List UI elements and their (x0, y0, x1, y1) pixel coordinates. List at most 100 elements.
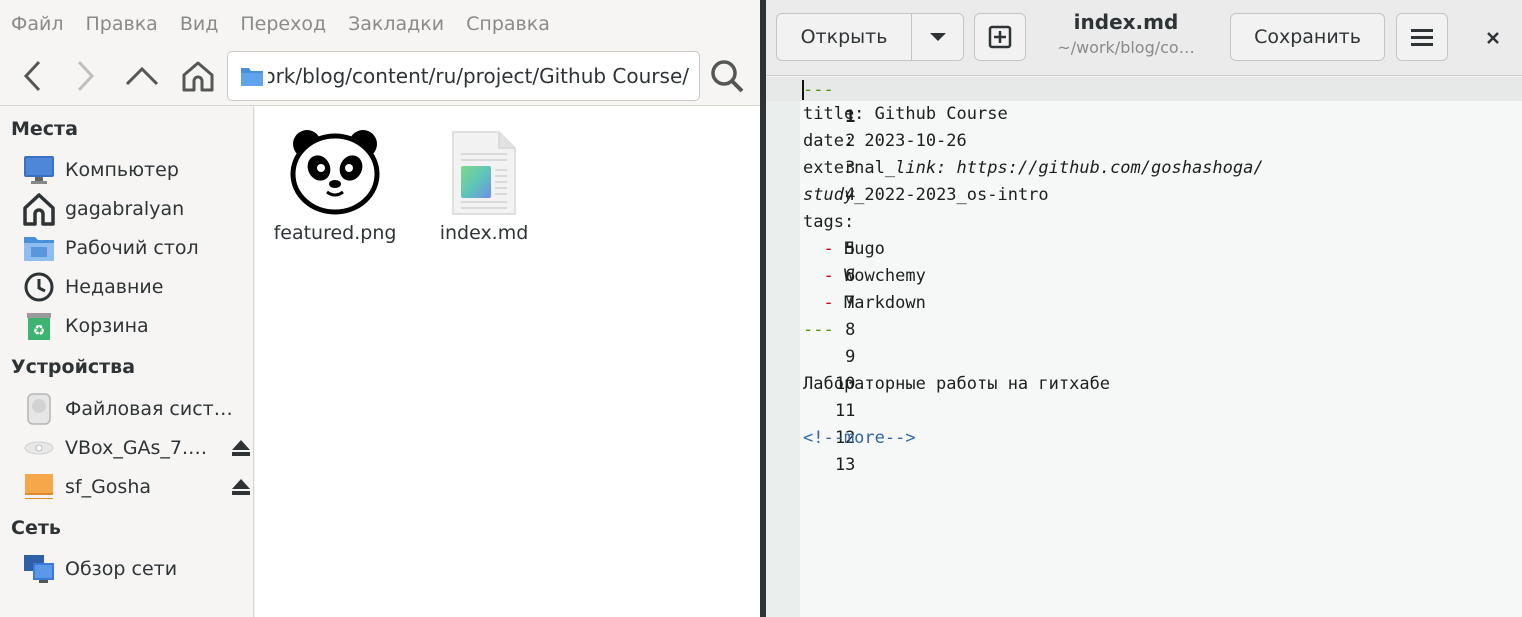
sidebar-item-label: gagabralyan (65, 198, 185, 220)
code-line: 2 title: Github Course (766, 101, 1008, 151)
line-text: <!--more--> (803, 428, 916, 448)
text-editor-window: Открыть index.md ~/work/blog/co… Сохрани… (766, 0, 1522, 617)
sidebar-item-label: sf_Gosha (65, 476, 152, 498)
line-text: date: 2023-10-26 (803, 131, 967, 151)
menu-edit[interactable]: Правка (86, 13, 158, 35)
forward-button[interactable] (66, 48, 106, 104)
code-line: 6 - Hugo (766, 236, 884, 286)
line-text: --- (803, 320, 834, 340)
sidebar-item-home[interactable]: gagabralyan (22, 191, 252, 227)
desktop-folder-icon (22, 231, 56, 265)
line-text: --- (803, 80, 834, 100)
hamburger-menu-icon (1411, 29, 1433, 46)
search-button[interactable] (704, 48, 750, 104)
markdown-file-icon (404, 116, 564, 216)
up-button[interactable] (122, 48, 162, 104)
sidebar-item-label: Рабочий стол (65, 237, 199, 259)
new-tab-button[interactable] (974, 13, 1026, 61)
list-value: Markdown (833, 293, 926, 313)
sidebar-item-filesystem[interactable]: Файловая сист… (22, 391, 252, 427)
code-line: 3 date: 2023-10-26 (766, 128, 967, 178)
trash-icon: ♻ (22, 309, 56, 343)
line-text: - Wowchemy (803, 263, 925, 290)
sidebar-item-desktop[interactable]: Рабочий стол (22, 230, 252, 266)
close-icon (1487, 32, 1499, 44)
home-button[interactable] (178, 48, 218, 104)
file-item-featured[interactable]: featured.png (255, 116, 415, 244)
drive-icon (22, 392, 56, 426)
sidebar-item-computer[interactable]: Компьютер (22, 152, 252, 188)
eject-icon[interactable] (230, 439, 252, 461)
code-line: 11 Лабораторные работы на гитхабе (766, 371, 1110, 421)
location-path: ork/blog/content/ru/project/Github Cours… (268, 64, 689, 88)
line-text: - Hugo (803, 236, 885, 263)
line-text: title: Github Course (803, 104, 1008, 124)
toolbar: ork/blog/content/ru/project/Github Cours… (0, 48, 760, 104)
chevron-down-icon (929, 33, 946, 41)
file-manager-window: Файл Правка Вид Переход Закладки Справка… (0, 0, 760, 617)
code-line: 9 --- (766, 317, 855, 367)
text-view[interactable]: 1 --- 2 title: Github Course 3 date: 202… (766, 77, 1522, 617)
network-icon (22, 552, 56, 586)
menu-bookmarks[interactable]: Закладки (348, 13, 444, 35)
menu-file[interactable]: Файл (11, 13, 64, 35)
document-path: ~/work/blog/co… (1057, 38, 1195, 57)
network-heading: Сеть (11, 517, 61, 539)
yaml-value: https://github.com/goshashoga/ (946, 158, 1264, 178)
sidebar-item-label: Недавние (65, 276, 164, 298)
code-line-wrapped: study_2022-2023_os-intro (766, 182, 1049, 209)
list-dash: - (823, 266, 834, 286)
computer-icon (22, 153, 56, 187)
open-dropdown-button[interactable] (912, 14, 963, 60)
files-view: featured.png index.md (255, 106, 760, 617)
menu-go[interactable]: Переход (240, 13, 326, 35)
line-text: - Markdown (803, 290, 926, 317)
optical-disc-icon (22, 431, 56, 465)
places-sidebar: Места Компьютер gagabralyan Рабочий стол… (0, 106, 254, 617)
line-text: study_2022-2023_os-intro (803, 182, 1049, 209)
sidebar-item-label: VBox_GAs_7.… (65, 437, 208, 459)
menu-view[interactable]: Вид (180, 13, 219, 35)
sidebar-item-trash[interactable]: ♻ Корзина (22, 308, 252, 344)
file-name: index.md (439, 222, 529, 244)
current-line-highlight (766, 77, 1522, 101)
sidebar-item-recent[interactable]: Недавние (22, 269, 252, 305)
list-value: Hugo (833, 239, 885, 259)
home-icon (182, 61, 214, 92)
file-item-index[interactable]: index.md (404, 116, 564, 244)
shared-folder-icon (22, 470, 56, 504)
open-button[interactable]: Открыть (777, 14, 912, 60)
menu-help[interactable]: Справка (466, 13, 550, 35)
list-dash: - (823, 293, 834, 313)
save-button[interactable]: Сохранить (1230, 13, 1385, 61)
clock-icon (22, 270, 56, 304)
places-heading: Места (11, 118, 78, 140)
folder-icon (241, 68, 263, 86)
code-line: 13 <!--more--> (766, 425, 916, 475)
eject-icon[interactable] (230, 478, 252, 500)
menubar: Файл Правка Вид Переход Закладки Справка (0, 0, 760, 48)
line-text: external_link: https://github.com/goshas… (803, 155, 1264, 182)
search-icon (711, 60, 744, 93)
code-line: 12 (766, 398, 855, 448)
sidebar-item-network[interactable]: Обзор сети (22, 551, 252, 587)
sidebar-item-sf-gosha[interactable]: sf_Gosha (22, 469, 252, 505)
chevron-up-icon (125, 66, 159, 86)
text-cursor (802, 80, 804, 100)
new-tab-icon (988, 25, 1012, 49)
code-line: 8 - Markdown (766, 290, 925, 340)
menu-button[interactable] (1396, 13, 1448, 61)
back-button[interactable] (12, 48, 52, 104)
location-bar[interactable]: ork/blog/content/ru/project/Github Cours… (227, 51, 700, 101)
sidebar-item-vbox[interactable]: VBox_GAs_7.… (22, 430, 252, 466)
code-line: 5 tags: (766, 209, 855, 259)
yaml-key: external_ (803, 158, 896, 178)
chevron-left-icon (23, 60, 41, 92)
line-number: 13 (834, 455, 856, 475)
home-icon (22, 192, 56, 226)
close-button[interactable] (1478, 26, 1508, 50)
file-name: featured.png (273, 222, 397, 244)
code-line: 10 (766, 344, 855, 394)
yaml-value: study_ (803, 185, 865, 205)
code-line: 7 - Wowchemy (766, 263, 925, 313)
